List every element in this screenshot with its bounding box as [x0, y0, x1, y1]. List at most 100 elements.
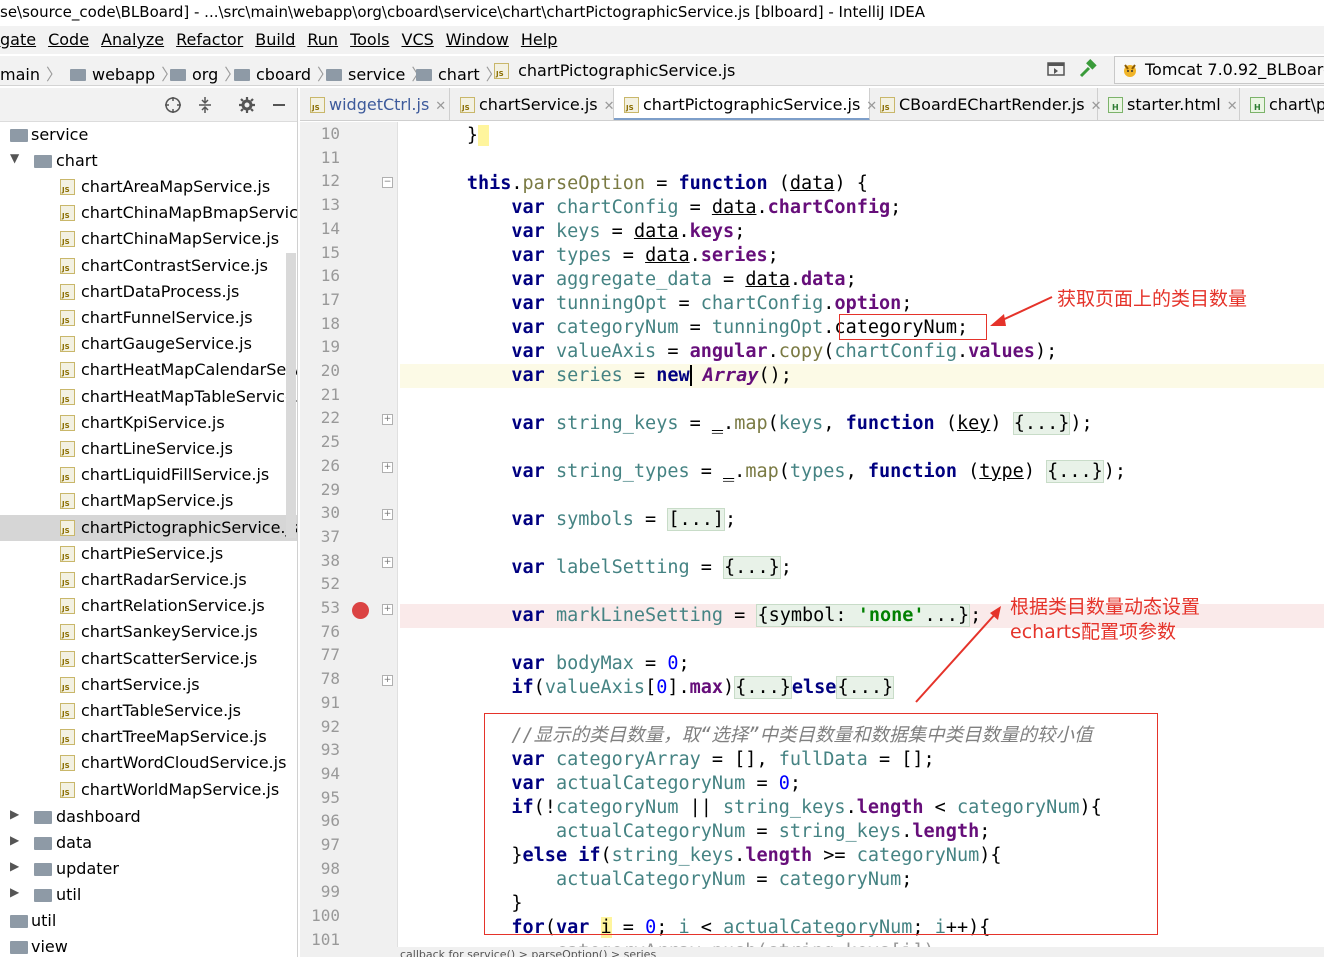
folder-icon	[10, 129, 28, 142]
hide-panel-icon[interactable]	[270, 96, 288, 114]
chevron-right-icon[interactable]: ▶	[10, 859, 19, 873]
line-number: 78	[320, 669, 340, 689]
tab-chart-p[interactable]: chart\p	[1240, 88, 1324, 120]
close-icon[interactable]: ✕	[435, 99, 446, 114]
code-line-10: }	[400, 124, 1324, 148]
js-file-icon	[60, 231, 75, 248]
js-file-icon	[880, 97, 895, 113]
tree-folder-dashboard[interactable]: ▶ dashboard	[0, 804, 297, 830]
tree-scrollbar[interactable]	[286, 253, 296, 538]
chevron-right-icon[interactable]: ▶	[10, 885, 19, 899]
tree-file-item[interactable]: chartWordCloudService.js	[0, 750, 297, 776]
breakpoint-icon[interactable]	[352, 602, 369, 619]
menu-window[interactable]: Window	[440, 26, 515, 49]
breadcrumb-main[interactable]: main 〉	[0, 61, 62, 85]
tree-folder-util[interactable]: ▶ util	[0, 882, 297, 908]
line-number: 16	[320, 266, 340, 286]
tree-file-item[interactable]: chartKpiService.js	[0, 410, 297, 436]
code-editor[interactable]: 10 11 12 − 13 14 15 16 17 18 19 20 21 22 +25 26 +29 30 +37…	[300, 122, 1324, 957]
close-icon[interactable]: ✕	[604, 99, 615, 114]
tree-file-item[interactable]: chartHeatMapTableService.js	[0, 384, 297, 410]
chevron-right-icon[interactable]: ▶	[10, 833, 19, 847]
line-number: 52	[320, 574, 340, 594]
tree-file-item[interactable]: chartDataProcess.js	[0, 279, 297, 305]
code-line-38: var labelSetting = {...};	[511, 556, 792, 579]
fold-marker-icon[interactable]: −	[382, 177, 393, 189]
tree-file-item[interactable]: chartChinaMapBmapService.js	[0, 200, 297, 226]
editor-gutter[interactable]: 10 11 12 − 13 14 15 16 17 18 19 20 21 22 +25 26 +29 30 +37…	[300, 122, 398, 957]
locate-target-icon[interactable]	[164, 96, 182, 114]
tree-file-item[interactable]: chartTreeMapService.js	[0, 724, 297, 750]
breadcrumb-chart[interactable]: chart〉	[416, 61, 502, 85]
tree-folder-data[interactable]: ▶ data	[0, 830, 297, 856]
breadcrumb-service[interactable]: service〉	[326, 61, 427, 85]
run-configuration-dropdown[interactable]: Tomcat 7.0.92_BLBoard	[1114, 56, 1324, 84]
folder-icon	[10, 915, 28, 928]
tab-widgetctrl[interactable]: widgetCtrl.js ✕	[300, 88, 450, 120]
tree-file-item[interactable]: chartRadarService.js	[0, 567, 297, 593]
menu-help[interactable]: Help	[515, 26, 563, 49]
tree-file-item[interactable]: chartPictographicService.js	[0, 514, 297, 541]
build-hammer-icon[interactable]	[1078, 59, 1098, 79]
menu-tools[interactable]: Tools	[344, 26, 395, 49]
fold-marker-icon[interactable]: +	[382, 461, 393, 473]
tab-starter-html[interactable]: starter.html ✕	[1098, 88, 1240, 120]
tree-label: chartRadarService.js	[81, 570, 247, 589]
tree-file-item[interactable]: chartPieService.js	[0, 541, 297, 567]
gear-icon[interactable]	[238, 96, 256, 114]
breadcrumb-cboard[interactable]: cboard 〉	[234, 61, 333, 85]
tree-file-item[interactable]: chartWorldMapService.js	[0, 777, 297, 803]
fold-marker-icon[interactable]: +	[382, 675, 393, 687]
tree-file-item[interactable]: chartService.js	[0, 672, 297, 698]
tree-folder-chart[interactable]: ▼ chart	[0, 148, 297, 174]
chevron-down-icon[interactable]: ▼	[10, 151, 19, 165]
collapse-all-icon[interactable]	[196, 96, 214, 114]
tree-file-item[interactable]: chartContrastService.js	[0, 253, 297, 279]
tree-file-item[interactable]: chartLiquidFillService.js	[0, 462, 297, 488]
tree-label: chartTreeMapService.js	[81, 727, 267, 747]
tree-folder-view[interactable]: view	[0, 934, 297, 957]
tab-cboardechartrender[interactable]: CBoardEChartRender.js✕	[870, 88, 1102, 120]
breadcrumb-file[interactable]: chartPictographicService.js	[494, 61, 735, 80]
js-file-icon	[60, 310, 75, 326]
tab-chartpictographicservice[interactable]: chartPictographicService.js✕	[614, 88, 877, 120]
fold-marker-icon[interactable]: +	[382, 414, 393, 426]
code-line-19: var valueAxis = angular.copy(chartConfig…	[511, 341, 1058, 362]
tree-file-item[interactable]: chartGaugeService.js	[0, 331, 297, 357]
menu-build[interactable]: Build	[249, 26, 301, 49]
tree-file-item[interactable]: chartChinaMapService.js	[0, 226, 297, 252]
tree-label: chartTableService.js	[81, 701, 241, 720]
menu-run[interactable]: Run	[301, 26, 344, 49]
tree-file-item[interactable]: chartFunnelService.js	[0, 305, 297, 331]
menu-code[interactable]: Code	[42, 26, 95, 49]
close-icon[interactable]: ✕	[1227, 99, 1238, 114]
menu-navigate[interactable]: gate	[0, 26, 42, 49]
tree-file-item[interactable]: chartAreaMapService.js	[0, 174, 297, 200]
tree-file-item[interactable]: chartTableService.js	[0, 698, 297, 724]
line-number: 95	[320, 787, 340, 807]
chevron-right-icon[interactable]: ▶	[10, 807, 19, 821]
tab-chartservice[interactable]: chartService.js ✕	[450, 88, 615, 120]
tree-file-item[interactable]: chartLineService.js	[0, 436, 297, 462]
breadcrumb-webapp[interactable]: webapp〉	[70, 61, 177, 85]
code-line-14: var keys = data.keys;	[511, 221, 746, 242]
menu-refactor[interactable]: Refactor	[170, 26, 249, 49]
tree-file-item[interactable]: chartScatterService.js	[0, 646, 297, 672]
tab-label: widgetCtrl.js	[329, 95, 430, 114]
tree-folder-updater[interactable]: ▶ updater	[0, 856, 297, 882]
fold-marker-icon[interactable]: +	[382, 604, 393, 615]
js-file-icon	[624, 97, 639, 113]
tree-file-item[interactable]: chartMapService.js	[0, 488, 297, 514]
tree-file-item[interactable]: chartRelationService.js	[0, 593, 297, 619]
menu-analyze[interactable]: Analyze	[95, 26, 170, 49]
tree-folder-service[interactable]: service	[0, 122, 297, 148]
breadcrumb-org[interactable]: org 〉	[170, 61, 240, 85]
menu-vcs[interactable]: VCS	[396, 26, 440, 49]
tree-file-item[interactable]: chartSankeyService.js	[0, 619, 297, 645]
fold-marker-icon[interactable]: +	[382, 509, 393, 521]
fold-marker-icon[interactable]: +	[382, 556, 393, 568]
tab-label: starter.html	[1127, 95, 1221, 114]
tree-folder-util-root[interactable]: util	[0, 908, 297, 934]
layout-icon[interactable]	[1046, 59, 1066, 79]
tree-file-item[interactable]: chartHeatMapCalendarService.js	[0, 357, 297, 383]
